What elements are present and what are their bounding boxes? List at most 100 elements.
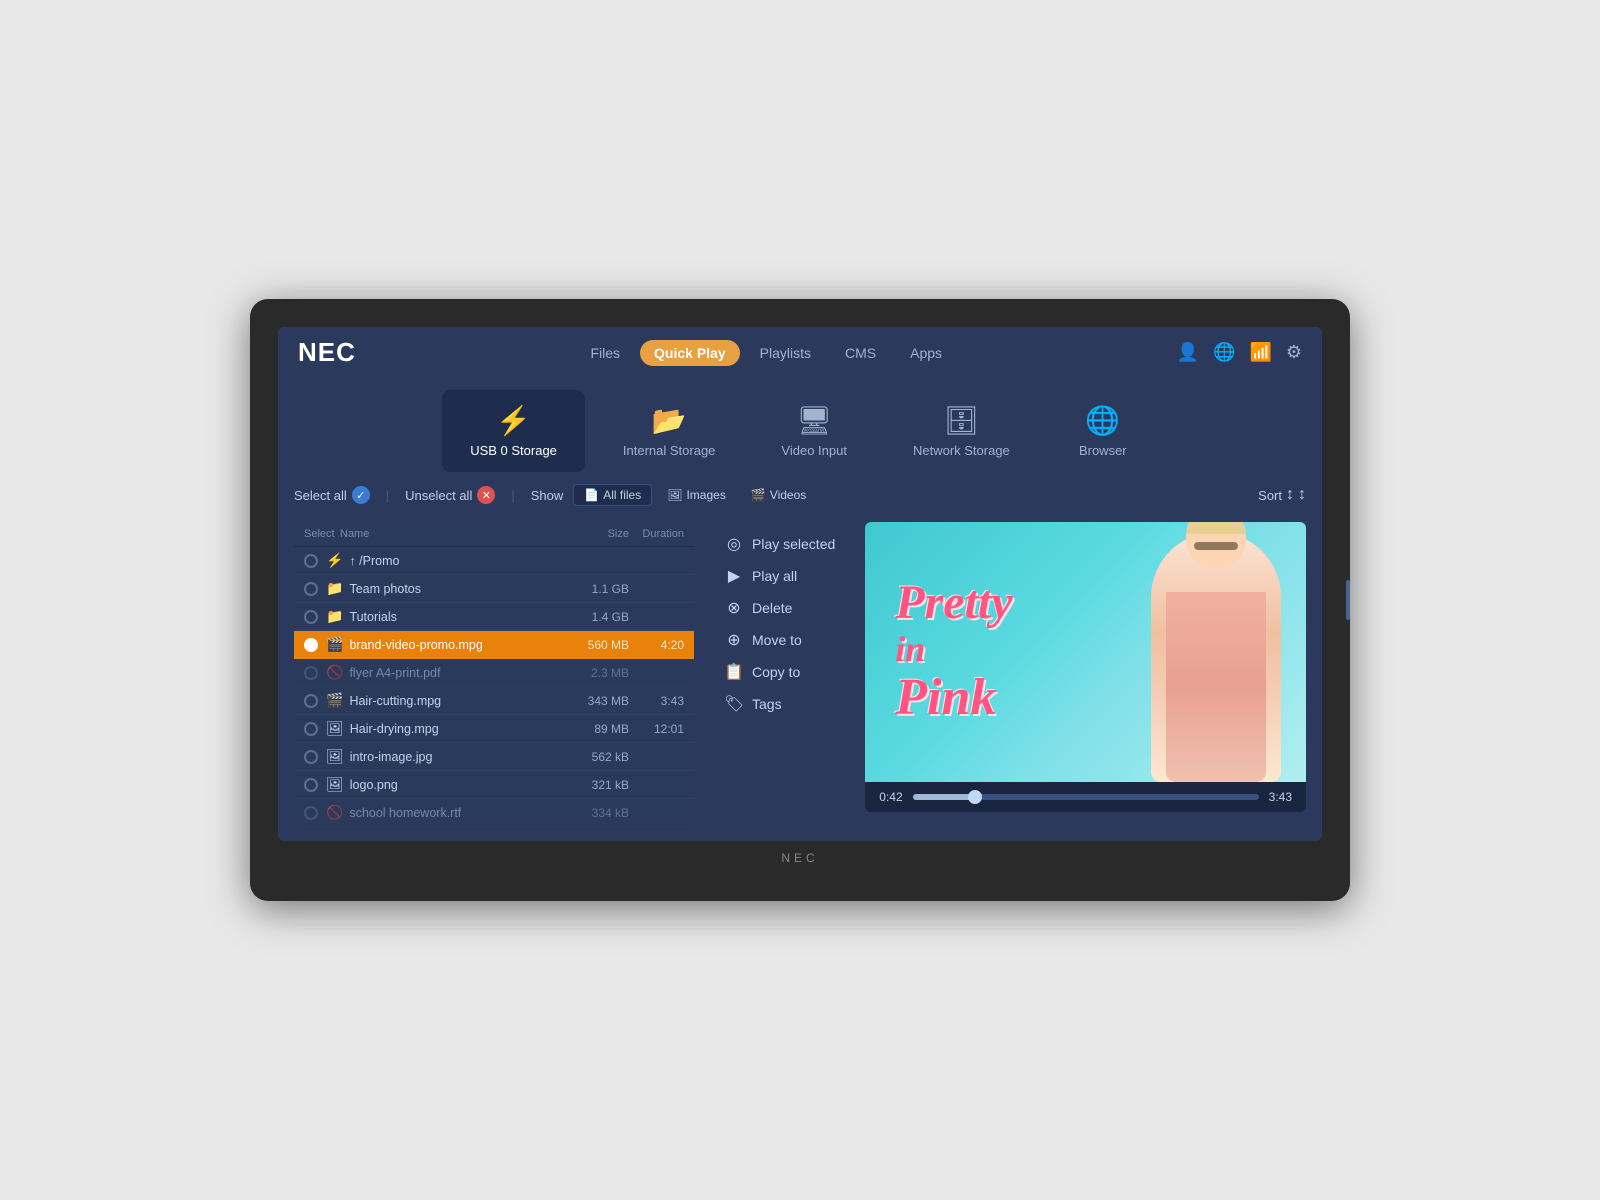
file-radio-tutorials [304, 610, 318, 624]
move-to-button[interactable]: ⊕ Move to [724, 630, 835, 650]
progress-thumb[interactable] [968, 790, 982, 804]
tv-screen: NEC Files Quick Play Playlists CMS Apps … [278, 327, 1322, 841]
show-label: Show [531, 488, 564, 503]
filter-all-files[interactable]: 📄 All files [573, 484, 652, 506]
storage-video-input[interactable]: 🖥 Video Input [753, 390, 875, 472]
col-header-name: Name [340, 528, 549, 540]
settings-icon[interactable]: ⚙ [1286, 342, 1302, 363]
file-dur-hair-drying: 12:01 [629, 722, 684, 736]
file-row-intro-image[interactable]: 🖼 intro-image.jpg 562 kB [294, 743, 694, 771]
file-row-hair-cutting[interactable]: 🎬 Hair-cutting.mpg 343 MB 3:43 [294, 687, 694, 715]
file-radio-team [304, 582, 318, 596]
select-all-label: Select all [294, 488, 347, 503]
storage-usb[interactable]: ⚡ USB 0 Storage [442, 390, 585, 472]
play-all-button[interactable]: ▶ Play all [724, 566, 835, 586]
file-row-hair-drying[interactable]: 🖼 Hair-drying.mpg 89 MB 12:01 [294, 715, 694, 743]
file-radio-hair-cutting [304, 694, 318, 708]
network-label: Network Storage [913, 443, 1010, 458]
file-size-team: 1.1 GB [549, 582, 629, 596]
file-size-flyer: 2.3 MB [549, 666, 629, 680]
file-name-hair-cutting: Hair-cutting.mpg [349, 694, 549, 708]
file-radio-hair-drying [304, 722, 318, 736]
storage-network[interactable]: 🗄 Network Storage [885, 390, 1038, 472]
folder-icon-team: 📁 [326, 580, 343, 597]
video-icon-hair-cutting: 🎬 [326, 692, 343, 709]
wifi-icon[interactable]: 📶 [1249, 342, 1271, 363]
filter-videos[interactable]: 🎬 Videos [741, 485, 816, 505]
tv-monitor: NEC Files Quick Play Playlists CMS Apps … [250, 299, 1350, 901]
time-total: 3:43 [1269, 790, 1292, 804]
usb-dir-icon: ⚡ [326, 552, 343, 569]
video-preview-panel: Pretty in Pink [865, 522, 1306, 827]
browser-icon: 🌐 [1085, 404, 1120, 437]
image-video-icon: 🖼 [326, 720, 344, 737]
sort-desc-icon[interactable]: ↕ [1298, 486, 1306, 504]
sort-asc-icon[interactable]: ↕ [1286, 486, 1294, 504]
toolbar-sep2: | [511, 488, 514, 503]
file-icon-filter: 📄 [584, 488, 599, 502]
nec-logo: NEC [298, 337, 356, 368]
storage-internal[interactable]: 📂 Internal Storage [595, 390, 744, 472]
col-header-size: Size [549, 528, 629, 540]
file-radio-brand-video [304, 638, 318, 652]
filter-images[interactable]: 🖼 Images [657, 485, 736, 505]
sort-area: Sort ↕ ↕ [1258, 486, 1306, 504]
storage-browser[interactable]: 🌐 Browser [1048, 390, 1158, 472]
user-icon[interactable]: 👤 [1177, 342, 1199, 363]
col-header-duration: Duration [629, 528, 684, 540]
file-size-logo: 321 kB [549, 778, 629, 792]
video-thumbnail: Pretty in Pink [865, 522, 1306, 782]
file-name-intro: intro-image.jpg [350, 750, 549, 764]
file-row-flyer[interactable]: 🚫 flyer A4-print.pdf 2.3 MB [294, 659, 694, 687]
file-dur-hair-cutting: 3:43 [629, 694, 684, 708]
nav-quickplay[interactable]: Quick Play [640, 340, 740, 366]
file-radio-flyer [304, 666, 318, 680]
play-selected-icon: ◎ [724, 534, 744, 554]
nav-cms[interactable]: CMS [831, 340, 890, 366]
nav-files[interactable]: Files [576, 340, 634, 366]
main-content: Select Name Size Duration ⚡ ↑ /Promo 📁 [278, 514, 1322, 841]
file-row-logo[interactable]: 🖼 logo.png 321 kB [294, 771, 694, 799]
unselect-all-label: Unselect all [405, 488, 472, 503]
play-selected-button[interactable]: ◎ Play selected [724, 534, 835, 554]
file-row-team-photos[interactable]: 📁 Team photos 1.1 GB [294, 575, 694, 603]
move-to-icon: ⊕ [724, 630, 744, 650]
display-icon: 🖥 [796, 404, 832, 437]
server-icon: 🗄 [944, 404, 980, 437]
header: NEC Files Quick Play Playlists CMS Apps … [278, 327, 1322, 378]
select-all-button[interactable]: Select all ✓ [294, 486, 370, 504]
check-circle-icon: ✓ [352, 486, 370, 504]
file-size-school-hw: 334 kB [549, 806, 629, 820]
file-name-flyer: flyer A4-print.pdf [349, 666, 549, 680]
file-size-hair-drying: 89 MB [549, 722, 629, 736]
file-radio-intro-image [304, 750, 318, 764]
file-row-promo-dir[interactable]: ⚡ ↑ /Promo [294, 547, 694, 575]
delete-button[interactable]: ⊗ Delete [724, 598, 835, 618]
x-circle-icon: ✕ [477, 486, 495, 504]
context-menu: ◎ Play selected ▶ Play all ⊗ Delete ⊕ Mo… [708, 522, 851, 827]
video-preview: Pretty in Pink [865, 522, 1306, 782]
file-row-brand-video[interactable]: 🎬 brand-video-promo.mpg 560 MB 4:20 [294, 631, 694, 659]
globe-icon[interactable]: 🌐 [1213, 342, 1235, 363]
images-label: Images [686, 488, 725, 502]
file-size-tutorials: 1.4 GB [549, 610, 629, 624]
delete-label: Delete [752, 600, 792, 616]
file-list-header: Select Name Size Duration [294, 522, 694, 547]
progress-bar[interactable] [913, 794, 1259, 800]
filter-buttons: 📄 All files 🖼 Images 🎬 Videos [573, 484, 816, 506]
file-row-school-hw[interactable]: 🚫 school homework.rtf 334 kB [294, 799, 694, 827]
file-name-hair-drying: Hair-drying.mpg [350, 722, 549, 736]
time-current: 0:42 [879, 790, 902, 804]
all-files-label: All files [603, 488, 641, 502]
tv-brand-label: NEC [278, 851, 1322, 865]
play-all-icon: ▶ [724, 566, 744, 586]
copy-to-button[interactable]: 📋 Copy to [724, 662, 835, 682]
video-icon-filter: 🎬 [751, 488, 766, 502]
unselect-all-button[interactable]: Unselect all ✕ [405, 486, 495, 504]
nav-apps[interactable]: Apps [896, 340, 956, 366]
file-name-brand: brand-video-promo.mpg [349, 638, 549, 652]
file-row-tutorials[interactable]: 📁 Tutorials 1.4 GB [294, 603, 694, 631]
nav-playlists[interactable]: Playlists [746, 340, 825, 366]
video-icon-brand: 🎬 [326, 636, 343, 653]
tags-button[interactable]: 🏷 Tags [724, 694, 835, 714]
